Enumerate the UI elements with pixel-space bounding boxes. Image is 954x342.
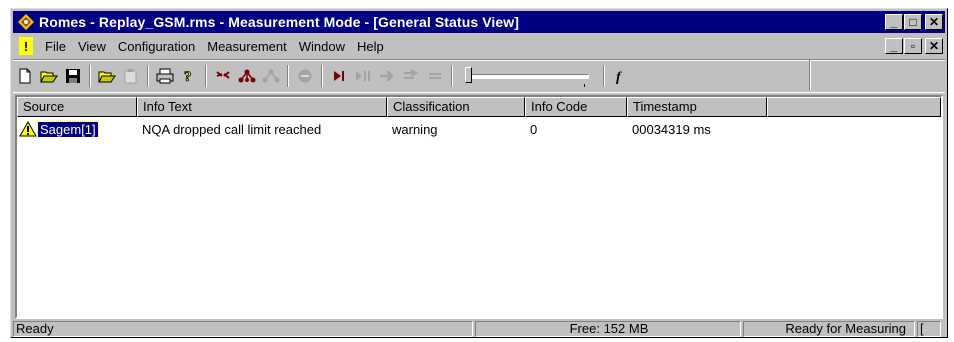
menu-configuration[interactable]: Configuration — [112, 39, 201, 54]
svg-text:?: ? — [184, 69, 192, 84]
column-header-info-text[interactable]: Info Text — [137, 97, 387, 117]
clipboard-icon[interactable] — [120, 65, 142, 87]
open-config-icon[interactable] — [96, 65, 118, 87]
svg-text:f: f — [616, 70, 622, 84]
cell-info-text: NQA dropped call limit reached — [142, 121, 322, 137]
source-label[interactable]: Sagem[1] — [37, 121, 99, 137]
menu-measurement[interactable]: Measurement — [201, 39, 292, 54]
step-icon[interactable] — [400, 65, 422, 87]
toolbar-end-separator — [809, 60, 811, 90]
pause-icon[interactable] — [352, 65, 374, 87]
forward-icon[interactable] — [376, 65, 398, 87]
network-disabled-icon[interactable] — [260, 65, 282, 87]
cell-info-code: 0 — [530, 121, 538, 137]
mdi-close-button[interactable]: ✕ — [925, 38, 943, 54]
slider-track — [467, 74, 589, 79]
column-header-empty[interactable] — [767, 97, 941, 117]
column-header-classification[interactable]: Classification — [387, 97, 525, 117]
open-folder-icon[interactable] — [38, 65, 60, 87]
new-file-icon[interactable] — [14, 65, 36, 87]
toolbar-separator — [89, 65, 91, 87]
status-message-list[interactable]: Source Info Text Classification Info Cod… — [15, 95, 943, 319]
title-bar[interactable]: Romes - Replay_GSM.rms - Measurement Mod… — [13, 11, 945, 33]
main-window: Romes - Replay_GSM.rms - Measurement Mod… — [10, 8, 948, 338]
toolbar-separator — [603, 65, 605, 87]
cell-classification: warning — [392, 121, 438, 137]
save-icon[interactable] — [62, 65, 84, 87]
table-row[interactable]: Sagem[1] NQA dropped call limit reached … — [17, 119, 941, 139]
column-header-source[interactable]: Source — [17, 97, 137, 117]
app-logo-icon — [17, 13, 35, 31]
menu-file[interactable]: File — [39, 39, 72, 54]
mdi-restore-button[interactable]: ▫ — [904, 38, 922, 54]
status-state: Ready for Measuring — [743, 321, 915, 337]
status-bar: Ready Free: 152 MB Ready for Measuring [ — [13, 321, 945, 337]
warning-icon — [19, 121, 37, 137]
status-text: Ready — [13, 321, 473, 337]
list-header: Source Info Text Classification Info Cod… — [17, 97, 941, 117]
close-button[interactable]: ✕ — [925, 14, 943, 30]
function-icon[interactable]: f — [610, 65, 632, 87]
minimize-button[interactable]: _ — [885, 14, 903, 30]
maximize-button[interactable]: □ — [904, 14, 922, 30]
toolbar-separator — [205, 65, 207, 87]
cell-timestamp: 00034319 ms — [632, 121, 711, 137]
toolbar: ? f — [13, 59, 945, 93]
help-icon[interactable]: ? — [178, 65, 200, 87]
window-controls: _ □ ✕ — [884, 14, 943, 30]
toolbar-separator — [321, 65, 323, 87]
mdi-minimize-button[interactable]: _ — [885, 38, 903, 54]
print-icon[interactable] — [154, 65, 176, 87]
status-extra: [ — [917, 321, 941, 337]
antenna-icon[interactable] — [212, 65, 234, 87]
slider-tick — [584, 84, 585, 87]
document-warning-icon[interactable]: ! — [19, 37, 33, 55]
window-title: Romes - Replay_GSM.rms - Measurement Mod… — [39, 14, 520, 30]
toolbar-separator — [147, 65, 149, 87]
menu-help[interactable]: Help — [351, 39, 390, 54]
toolbar-separator — [451, 65, 453, 87]
menu-view[interactable]: View — [72, 39, 112, 54]
toolbar-separator — [287, 65, 289, 87]
mdi-controls: _ ▫ ✕ — [884, 38, 943, 54]
replay-position-slider[interactable] — [463, 65, 593, 87]
menu-bar: ! File View Configuration Measurement Wi… — [13, 35, 945, 57]
play-icon[interactable] — [328, 65, 350, 87]
network-icon[interactable] — [236, 65, 258, 87]
cell-source: Sagem[1] — [17, 121, 137, 137]
list-icon[interactable] — [424, 65, 446, 87]
menu-window[interactable]: Window — [293, 39, 351, 54]
column-header-timestamp[interactable]: Timestamp — [627, 97, 767, 117]
stop-icon[interactable] — [294, 65, 316, 87]
status-memory: Free: 152 MB — [475, 321, 741, 337]
column-header-info-code[interactable]: Info Code — [525, 97, 627, 117]
slider-thumb[interactable] — [465, 67, 472, 83]
